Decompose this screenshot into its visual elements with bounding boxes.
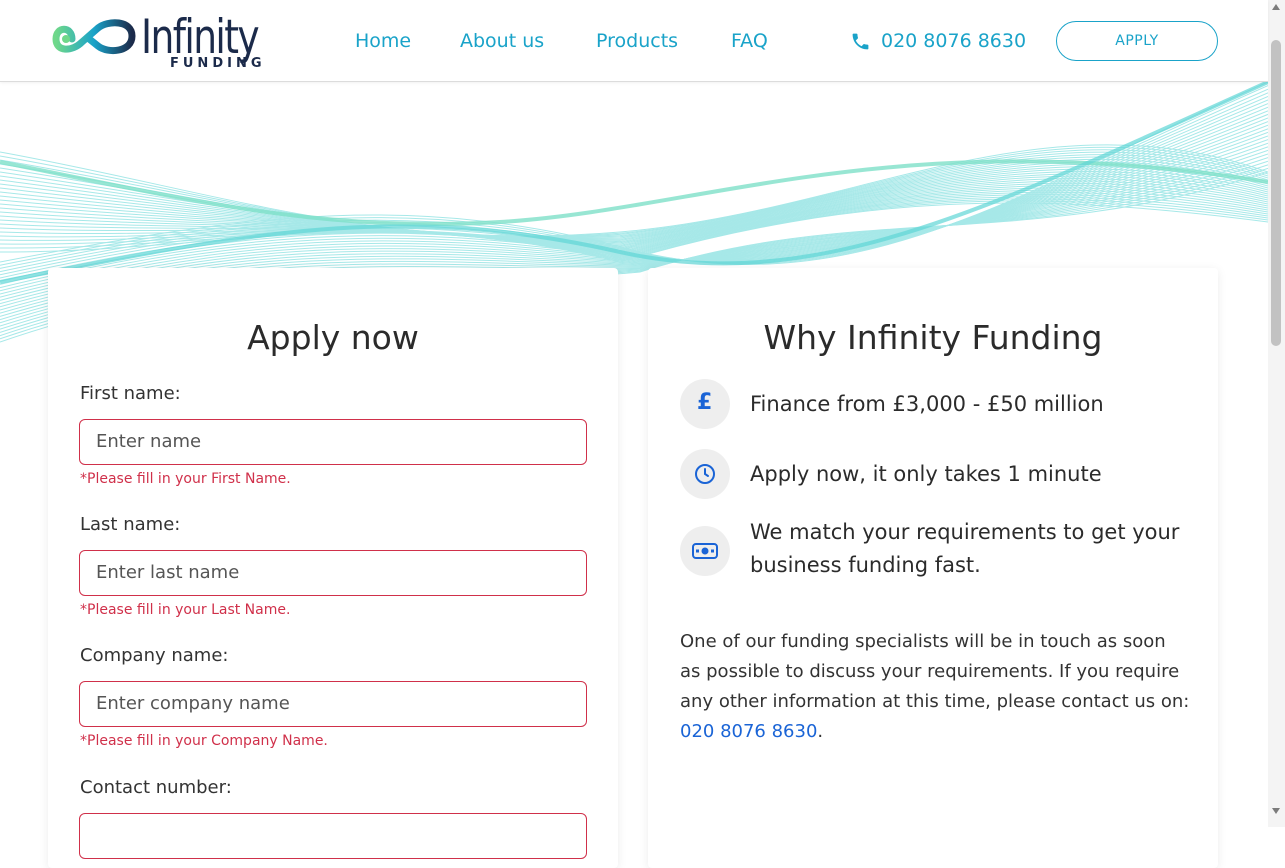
last-name-input[interactable]: Enter last name — [79, 550, 587, 596]
contact-number-label: Contact number: — [80, 777, 232, 798]
why-item-finance-text: Finance from £3,000 - £50 million — [750, 392, 1104, 416]
clock-icon — [680, 449, 730, 499]
header-phone-number: 020 8076 8630 — [881, 30, 1027, 52]
phone-icon — [852, 33, 869, 50]
first-name-input[interactable]: Enter name — [79, 419, 587, 465]
why-paragraph-text: One of our funding specialists will be i… — [680, 631, 1190, 712]
apply-button[interactable]: APPLY — [1056, 21, 1218, 61]
infinity-funding-logo[interactable]: Infinity FUNDING — [52, 8, 272, 74]
last-name-placeholder: Enter last name — [96, 562, 240, 583]
pound-icon: £ — [680, 379, 730, 429]
why-item-apply-text: Apply now, it only takes 1 minute — [750, 462, 1102, 486]
scroll-up-arrow[interactable] — [1272, 4, 1280, 10]
company-name-label: Company name: — [80, 645, 229, 666]
last-name-label: Last name: — [80, 514, 181, 535]
nav-products[interactable]: Products — [596, 29, 678, 53]
company-name-placeholder: Enter company name — [96, 693, 290, 714]
first-name-error: *Please fill in your First Name. — [80, 471, 291, 487]
why-paragraph: One of our funding specialists will be i… — [680, 627, 1190, 747]
company-name-error: *Please fill in your Company Name. — [80, 733, 328, 749]
infinity-logo-icon — [52, 19, 136, 55]
scroll-down-arrow[interactable] — [1272, 808, 1280, 814]
apply-form-title: Apply now — [247, 318, 419, 357]
why-phone-link[interactable]: 020 8076 8630 — [680, 721, 817, 742]
scroll-thumb[interactable] — [1271, 40, 1281, 346]
site-header: Infinity FUNDING Home About us Products … — [0, 0, 1268, 82]
nav-home[interactable]: Home — [355, 29, 411, 53]
nav-faq[interactable]: FAQ — [731, 29, 768, 53]
last-name-error: *Please fill in your Last Name. — [80, 602, 291, 618]
first-name-label: First name: — [80, 383, 181, 404]
apply-form-card: Apply now First name: Enter name *Please… — [48, 268, 618, 868]
banknote-icon — [680, 526, 730, 576]
first-name-placeholder: Enter name — [96, 431, 202, 452]
header-phone-link[interactable]: 020 8076 8630 — [850, 29, 1026, 53]
nav-about-us[interactable]: About us — [460, 29, 544, 53]
contact-number-input[interactable] — [79, 813, 587, 859]
brand-sub: FUNDING — [170, 56, 266, 71]
why-paragraph-trailing: . — [817, 721, 824, 742]
company-name-input[interactable]: Enter company name — [79, 681, 587, 727]
page-scrollbar[interactable] — [1268, 0, 1285, 827]
why-infinity-card: Why Infinity Funding £ Finance from £3,0… — [648, 268, 1218, 868]
why-title: Why Infinity Funding — [763, 318, 1103, 357]
why-item-match-text: We match your requirements to get your b… — [750, 520, 1180, 577]
